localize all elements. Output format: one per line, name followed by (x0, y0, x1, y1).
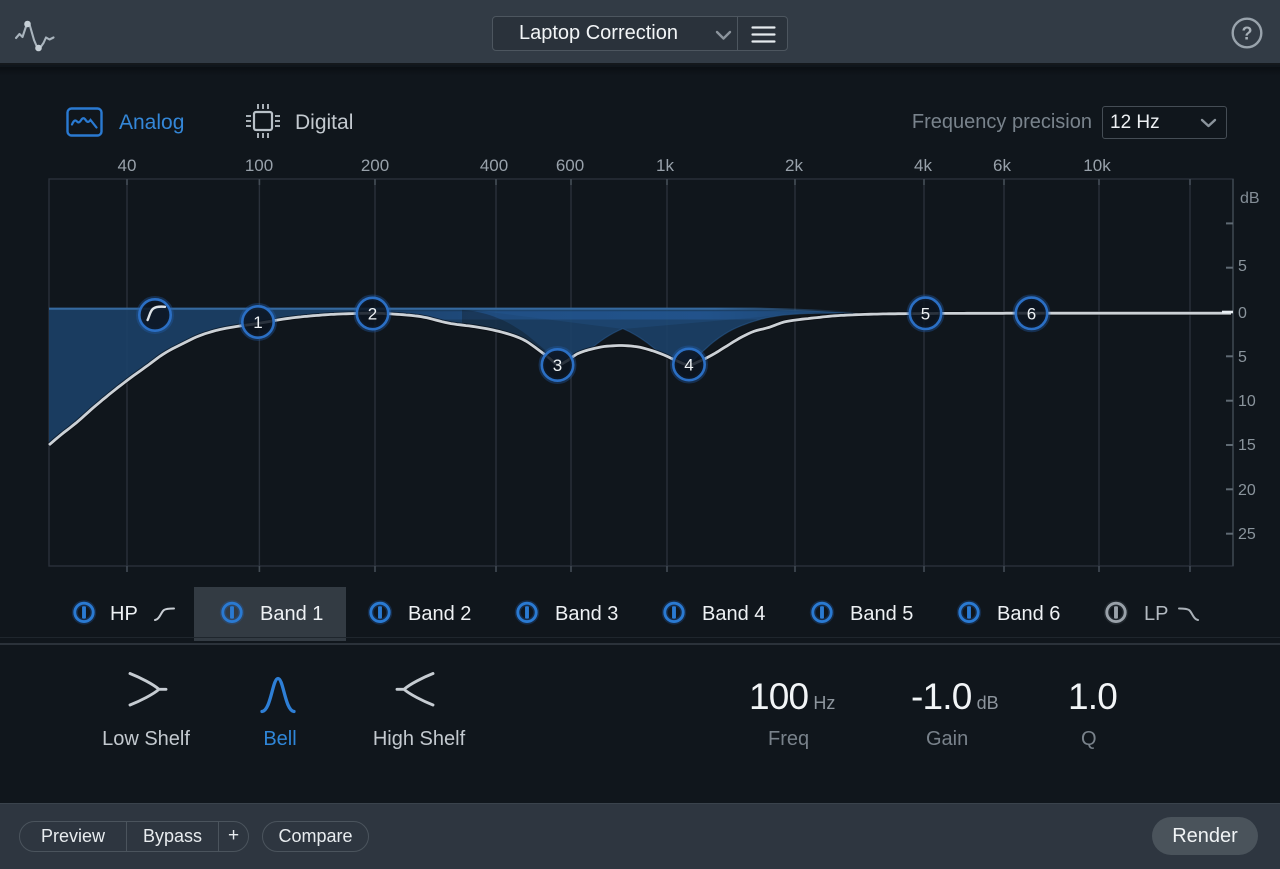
svg-text:10: 10 (1238, 393, 1256, 410)
svg-text:20: 20 (1238, 482, 1256, 499)
svg-text:4: 4 (684, 356, 693, 375)
svg-text:6: 6 (1027, 304, 1036, 323)
svg-text:5: 5 (921, 304, 930, 323)
svg-text:4k: 4k (914, 156, 932, 175)
svg-text:15: 15 (1238, 437, 1256, 454)
svg-text:dB: dB (1240, 190, 1260, 207)
svg-text:?: ? (1242, 24, 1253, 44)
svg-text:5: 5 (1238, 258, 1247, 275)
svg-text:10k: 10k (1083, 156, 1111, 175)
svg-text:2k: 2k (785, 156, 803, 175)
svg-text:25: 25 (1238, 526, 1256, 543)
svg-text:600: 600 (556, 156, 584, 175)
svg-text:1: 1 (253, 313, 262, 332)
svg-text:6k: 6k (993, 156, 1011, 175)
svg-text:40: 40 (118, 156, 137, 175)
svg-text:3: 3 (553, 356, 562, 375)
svg-text:5: 5 (1238, 349, 1247, 366)
svg-text:0: 0 (1238, 305, 1247, 322)
svg-text:2: 2 (368, 305, 377, 324)
svg-text:100: 100 (245, 156, 273, 175)
svg-text:400: 400 (480, 156, 508, 175)
svg-text:200: 200 (361, 156, 389, 175)
svg-text:1k: 1k (656, 156, 674, 175)
